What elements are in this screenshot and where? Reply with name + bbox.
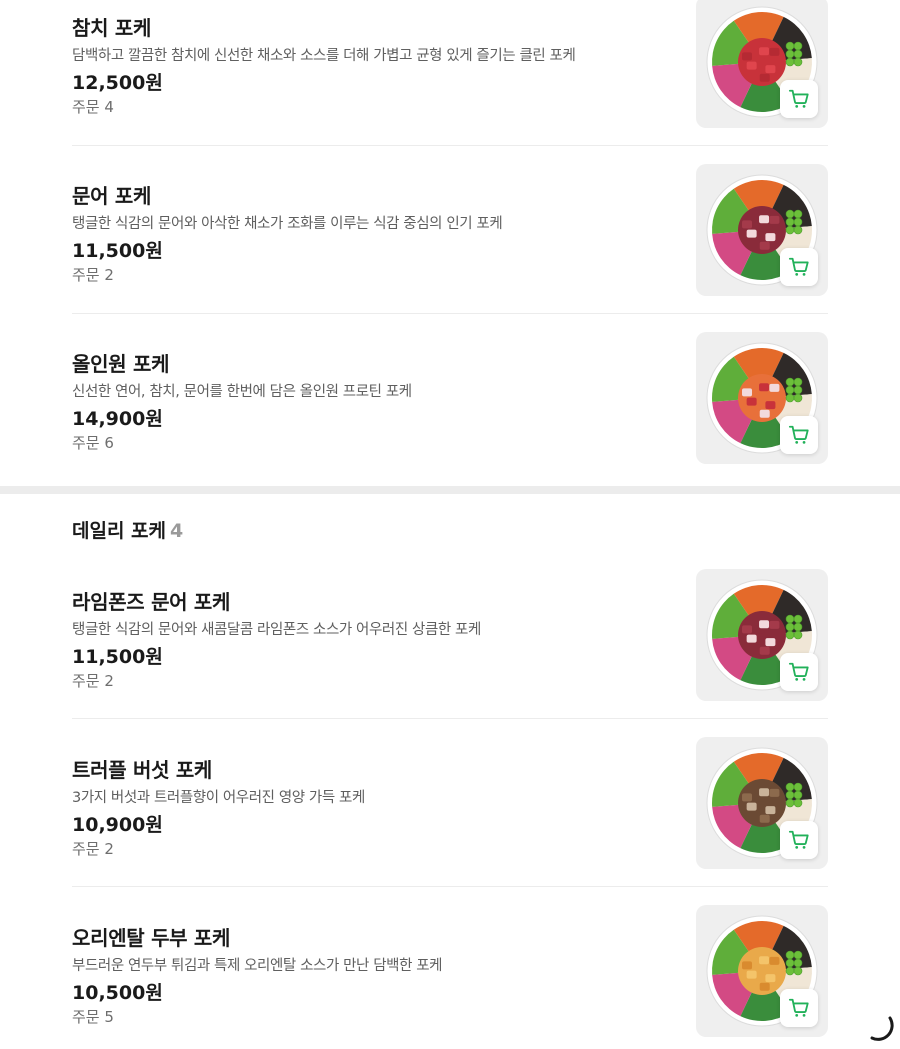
menu-item-image	[696, 0, 828, 128]
menu-item-description: 탱글한 식감의 문어와 아삭한 채소가 조화를 이루는 식감 중심의 인기 포케	[72, 216, 503, 232]
item-divider	[72, 718, 828, 719]
menu-item-name: 참치 포케	[72, 16, 152, 40]
cart-icon	[788, 830, 809, 849]
menu-item-price: 10,500원	[72, 982, 163, 1004]
menu-item[interactable]: 문어 포케 탱글한 식감의 문어와 아삭한 채소가 조화를 이루는 식감 중심의…	[72, 164, 828, 336]
add-to-cart-button[interactable]	[780, 653, 818, 691]
section-title: 데일리 포케 4	[72, 516, 183, 543]
menu-item-name: 라임폰즈 문어 포케	[72, 590, 231, 614]
add-to-cart-button[interactable]	[780, 248, 818, 286]
menu-item-order-count: 주문 2	[72, 840, 114, 858]
menu-item[interactable]: 트러플 버섯 포케 3가지 버섯과 트러플향이 어우러진 영양 가득 포케 10…	[72, 737, 828, 908]
menu-item-image	[696, 164, 828, 296]
cart-icon	[788, 662, 809, 681]
item-divider	[72, 313, 828, 314]
menu-item-description: 3가지 버섯과 트러플향이 어우러진 영양 가득 포케	[72, 790, 365, 806]
cart-icon	[788, 425, 809, 444]
menu-item-description: 부드러운 연두부 튀김과 특제 오리엔탈 소스가 만난 담백한 포케	[72, 958, 443, 974]
menu-item-image	[696, 332, 828, 464]
menu-item-name: 오리엔탈 두부 포케	[72, 926, 231, 950]
add-to-cart-button[interactable]	[780, 989, 818, 1027]
section-title-label: 데일리 포케	[72, 520, 167, 542]
loading-spinner-icon	[870, 1016, 894, 1041]
add-to-cart-button[interactable]	[780, 821, 818, 859]
menu-item-image	[696, 905, 828, 1037]
menu-item-price: 14,900원	[72, 408, 163, 430]
menu-item-order-count: 주문 4	[72, 98, 114, 116]
item-divider	[72, 145, 828, 146]
menu-item-order-count: 주문 5	[72, 1008, 114, 1026]
menu-item-description: 담백하고 깔끔한 참치에 신선한 채소와 소스를 더해 가볍고 균형 있게 즐기…	[72, 48, 576, 64]
menu-item-description: 신선한 연어, 참치, 문어를 한번에 담은 올인원 프로틴 포케	[72, 384, 412, 400]
menu-item[interactable]: 올인원 포케 신선한 연어, 참치, 문어를 한번에 담은 올인원 프로틴 포케…	[72, 332, 828, 504]
menu-item-price: 10,900원	[72, 814, 163, 836]
section-separator	[0, 486, 900, 494]
cart-icon	[788, 89, 809, 108]
section-item-count: 4	[170, 520, 184, 542]
menu-item-order-count: 주문 2	[72, 266, 114, 284]
menu-item-name: 트러플 버섯 포케	[72, 758, 213, 782]
menu-item-name: 올인원 포케	[72, 352, 170, 376]
menu-item-image	[696, 737, 828, 869]
menu-item[interactable]: 오리엔탈 두부 포케 부드러운 연두부 튀김과 특제 오리엔탈 소스가 만난 담…	[72, 905, 828, 1049]
menu-item-price: 11,500원	[72, 240, 163, 262]
menu-item[interactable]: 라임폰즈 문어 포케 탱글한 식감의 문어와 새콤달콤 라임폰즈 소스가 어우러…	[72, 569, 828, 740]
cart-icon	[788, 998, 809, 1017]
item-divider	[72, 886, 828, 887]
menu-item-image	[696, 569, 828, 701]
menu-item-description: 탱글한 식감의 문어와 새콤달콤 라임폰즈 소스가 어우러진 상큼한 포케	[72, 622, 481, 638]
add-to-cart-button[interactable]	[780, 416, 818, 454]
add-to-cart-button[interactable]	[780, 80, 818, 118]
menu-item-price: 12,500원	[72, 72, 163, 94]
menu-item-name: 문어 포케	[72, 184, 152, 208]
menu-item[interactable]: 참치 포케 담백하고 깔끔한 참치에 신선한 채소와 소스를 더해 가볍고 균형…	[72, 0, 828, 168]
menu-item-order-count: 주문 6	[72, 434, 114, 452]
menu-item-order-count: 주문 2	[72, 672, 114, 690]
cart-icon	[788, 257, 809, 276]
menu-item-price: 11,500원	[72, 646, 163, 668]
